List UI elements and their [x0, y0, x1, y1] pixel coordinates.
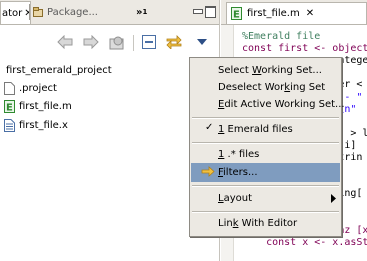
- folder-up-icon: [109, 36, 124, 49]
- back-button[interactable]: [56, 33, 74, 51]
- overflow-count: 1: [142, 8, 148, 16]
- back-arrow-icon: [57, 35, 73, 49]
- code-line: %Emerald file: [242, 31, 321, 42]
- emerald-file-icon: E: [3, 99, 15, 113]
- menu-separator: [192, 211, 339, 213]
- tab-package-label: Package...: [47, 6, 98, 18]
- menu-item-edit-active-working-set[interactable]: Edit Active Working Set...: [191, 95, 345, 114]
- tree-item-dotproject[interactable]: .project: [3, 79, 57, 97]
- emerald-file-icon: E: [231, 7, 242, 20]
- text-file-icon: [3, 118, 15, 132]
- svg-text:E: E: [6, 102, 13, 113]
- menu-item-label: Layout: [218, 193, 253, 204]
- editor-tab-label: first_file.m: [247, 8, 300, 19]
- menu-item-emerald-files[interactable]: ✓ 1 Emerald files: [191, 120, 340, 139]
- collapse-all-icon: [142, 35, 156, 49]
- tab-separator: [29, 4, 30, 20]
- tree-item-label: .project: [19, 82, 57, 94]
- menu-item-label: Deselect Working Set: [218, 82, 326, 93]
- menu-separator: [192, 117, 339, 119]
- menu-item-link-with-editor[interactable]: Link With Editor: [191, 214, 340, 233]
- project-label: first_emerald_project: [6, 64, 112, 76]
- tab-overflow-button[interactable]: » 1: [136, 1, 156, 23]
- triangle-down-icon: [197, 39, 207, 45]
- code-line: const x <- x.asSt: [242, 236, 367, 248]
- menu-item-filters[interactable]: Filters...: [191, 163, 340, 182]
- menu-item-layout[interactable]: Layout: [191, 189, 340, 208]
- menu-item-label: Link With Editor: [218, 218, 298, 229]
- view-toolbar: [0, 25, 219, 61]
- tree-item-first-file-m[interactable]: E first_file.m: [3, 97, 72, 115]
- menu-separator: [192, 142, 339, 144]
- view-menu-button[interactable]: [193, 33, 211, 51]
- menu-item-label: 1 Emerald files: [218, 124, 293, 135]
- tab-navigator[interactable]: ator ✕: [0, 1, 31, 24]
- link-arrows-icon: [166, 35, 182, 49]
- menu-separator: [192, 185, 339, 187]
- link-with-editor-button[interactable]: [165, 33, 183, 51]
- menu-item-label: Select Working Set...: [218, 65, 322, 76]
- close-icon[interactable]: ✕: [306, 8, 314, 19]
- menu-item-label: Edit Active Working Set...: [218, 99, 345, 110]
- toolbar-separator: [133, 35, 134, 51]
- tab-navigator-label: ator: [2, 7, 23, 19]
- submenu-arrow-icon: [331, 194, 336, 206]
- maximize-icon[interactable]: [205, 6, 216, 18]
- forward-button[interactable]: [82, 33, 100, 51]
- minimize-icon[interactable]: [193, 9, 203, 14]
- file-icon: [3, 81, 15, 95]
- svg-text:E: E: [233, 10, 240, 21]
- collapse-all-button[interactable]: [140, 33, 158, 51]
- view-menu-popup: Select Working Set... Deselect Working S…: [189, 57, 345, 237]
- tree-item-label: first_file.x: [19, 119, 68, 131]
- filter-arrow-icon: [201, 166, 215, 180]
- tree-item-project[interactable]: first_emerald_project: [0, 61, 112, 79]
- menu-item-label: Filters...: [218, 167, 258, 178]
- up-button[interactable]: [108, 33, 126, 51]
- tree-item-label: first_file.m: [19, 100, 72, 112]
- menu-item-dot-files[interactable]: 1 .* files: [191, 145, 340, 164]
- tab-editor-first-file-m[interactable]: E first_file.m ✕: [226, 2, 367, 24]
- package-icon: [33, 7, 44, 17]
- tree-item-first-file-x[interactable]: first_file.x: [3, 116, 68, 134]
- forward-arrow-icon: [83, 35, 99, 49]
- checkmark-icon: ✓: [205, 122, 214, 133]
- menu-item-label: 1 .* files: [218, 149, 260, 160]
- tab-package-explorer[interactable]: Package...: [31, 1, 107, 23]
- code-line: const first <- object: [242, 43, 367, 55]
